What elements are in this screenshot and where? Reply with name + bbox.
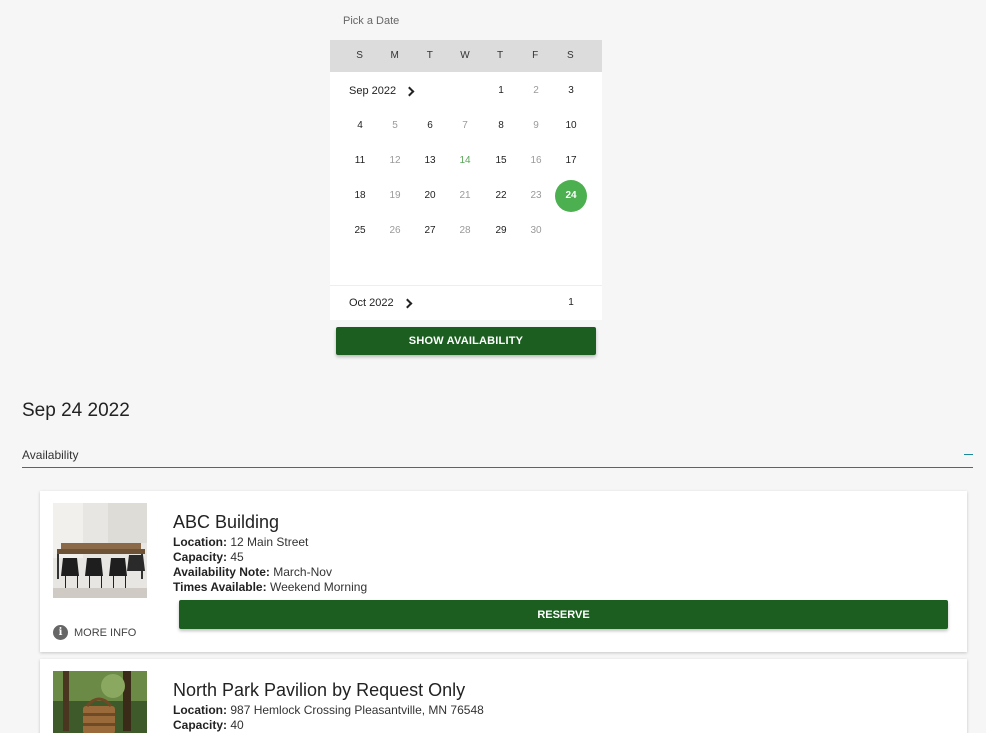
more-info-button[interactable]: i MORE INFO [53,625,136,640]
day-13[interactable]: 13 [414,145,446,177]
facility-title: North Park Pavilion by Request Only [173,680,466,700]
day-7[interactable]: 7 [449,110,481,142]
day-2[interactable]: 2 [520,75,552,107]
picker-label: Pick a Date [343,15,400,27]
day-10[interactable]: 10 [555,110,587,142]
day-15[interactable]: 15 [485,145,517,177]
detail-location: Location: 987 Hemlock Crossing Pleasantv… [173,703,484,718]
day-8[interactable]: 8 [485,110,517,142]
day-30[interactable]: 30 [520,215,552,247]
facility-details: Location: 987 Hemlock Crossing Pleasantv… [173,703,484,733]
facility-card: ABC Building Location: 12 Main Street Ca… [40,491,967,652]
calendar: S M T W T F S Sep 2022 1 2 3 4 5 6 7 8 9 10 11 12 13… [330,40,602,320]
detail-label: Capacity: [173,550,228,564]
month-label-text: Oct 2022 [349,297,394,309]
reserve-button[interactable]: RESERVE [179,600,948,629]
day-6[interactable]: 6 [414,110,446,142]
more-info-label: MORE INFO [74,626,137,639]
weekday-thu: T [497,50,504,61]
day-26[interactable]: 26 [379,215,411,247]
day-1[interactable]: 1 [485,75,517,107]
facility-card: North Park Pavilion by Request Only Loca… [40,659,967,733]
day-21[interactable]: 21 [449,180,481,212]
detail-value: Weekend Morning [269,580,368,594]
day-27[interactable]: 27 [414,215,446,247]
detail-availability-note: Availability Note: March-Nov [173,565,367,580]
detail-value: March-Nov [273,565,332,579]
detail-value: 45 [230,550,244,564]
detail-location: Location: 12 Main Street [173,535,367,550]
chevron-right-icon [402,298,413,308]
day-17[interactable]: 17 [555,145,587,177]
facility-details: Location: 12 Main Street Capacity: 45 Av… [173,535,367,595]
availability-label: Availability [22,448,79,462]
detail-capacity: Capacity: 45 [173,550,367,565]
minus-icon[interactable] [964,454,973,455]
day-9[interactable]: 9 [520,110,552,142]
day-5[interactable]: 5 [379,110,411,142]
month-divider [330,285,602,286]
weekday-wed: W [460,50,470,61]
weekday-sat: S [566,50,574,61]
day-20[interactable]: 20 [414,180,446,212]
detail-value: 987 Hemlock Crossing Pleasantville, MN 7… [230,703,484,717]
month-label-text: Sep 2022 [349,85,397,97]
facility-photo [53,503,147,598]
info-icon: i [53,625,68,640]
selected-date-heading: Sep 24 2022 [22,400,130,421]
day-23[interactable]: 23 [520,180,552,212]
day-29[interactable]: 29 [485,215,517,247]
detail-times-available: Times Available: Weekend Morning [173,580,367,595]
day-25[interactable]: 25 [344,215,376,247]
detail-label: Availability Note: [173,565,270,579]
show-availability-button[interactable]: SHOW AVAILABILITY [336,327,596,355]
detail-value: 12 Main Street [230,535,309,549]
day-12[interactable]: 12 [379,145,411,177]
detail-label: Times Available: [173,580,267,594]
day-24[interactable]: 24 [555,180,587,212]
day-14[interactable]: 14 [449,145,481,177]
day-16[interactable]: 16 [520,145,552,177]
day-4[interactable]: 4 [344,110,376,142]
facility-photo [53,671,147,733]
weekday-fri: F [532,50,539,61]
day-oct-1[interactable]: 1 [555,287,587,319]
day-11[interactable]: 11 [344,145,376,177]
detail-value: 40 [230,718,244,732]
weekday-tue: T [426,50,433,61]
month-label-oct[interactable]: Oct 2022 [349,297,413,309]
detail-capacity: Capacity: 40 [173,718,484,733]
weekday-mon: M [390,50,399,61]
day-3[interactable]: 3 [555,75,587,107]
detail-label: Location: [173,703,227,717]
chevron-right-icon [404,86,415,96]
day-28[interactable]: 28 [449,215,481,247]
facility-title: ABC Building [173,512,280,532]
weekday-sun: S [356,50,363,61]
detail-label: Capacity: [173,718,228,732]
detail-label: Location: [173,535,227,549]
day-22[interactable]: 22 [485,180,517,212]
weekday-header: S M T W T F S [330,40,602,72]
month-label-sep[interactable]: Sep 2022 [349,85,415,97]
day-19[interactable]: 19 [379,180,411,212]
day-18[interactable]: 18 [344,180,376,212]
availability-section-toggle[interactable]: Availability [22,445,973,468]
